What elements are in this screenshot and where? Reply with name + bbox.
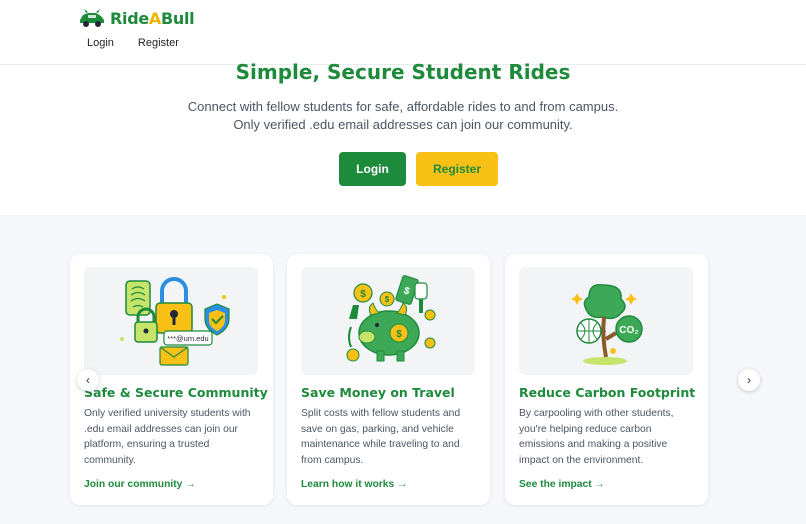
hero-login-button[interactable]: Login	[339, 152, 406, 186]
nav-login-link[interactable]: Login	[87, 37, 114, 49]
feature-description: Only verified university students with .…	[84, 408, 251, 466]
site-header: RideABull Login Register	[0, 0, 806, 65]
brand-name-ride: Ride	[110, 8, 149, 28]
svg-text:$: $	[396, 329, 402, 340]
co2-caption: CO₂	[619, 325, 638, 336]
see-impact-link[interactable]: See the impact →	[519, 479, 605, 490]
svg-text:$: $	[360, 289, 366, 300]
feature-card-carbon: CO₂ Reduce Carbon Footprint By carpoolin…	[505, 254, 708, 505]
carousel-prev-button[interactable]: ‹	[77, 369, 99, 391]
join-community-link[interactable]: Join our community →	[84, 479, 196, 490]
nav-register-link[interactable]: Register	[138, 37, 179, 49]
tree-globe-illustration-icon: CO₂	[519, 267, 693, 375]
brand-name-a: A	[148, 8, 162, 28]
feature-title: Safe & Secure Community	[84, 385, 268, 400]
security-lock-illustration-icon: ***@um.edu	[84, 267, 258, 375]
chevron-right-icon: ›	[747, 373, 751, 387]
brand-name-bull: Bull	[161, 8, 195, 28]
email-caption: ***@um.edu	[167, 334, 208, 343]
top-nav: Login Register	[87, 37, 179, 49]
bull-car-logo-icon	[80, 9, 104, 27]
feature-title: Reduce Carbon Footprint	[519, 385, 696, 400]
learn-how-link[interactable]: Learn how it works →	[301, 479, 407, 490]
carousel-next-button[interactable]: ›	[738, 369, 760, 391]
hero-register-button[interactable]: Register	[416, 152, 498, 186]
feature-card-security: ***@um.edu Safe & Secure Community Only …	[70, 254, 273, 505]
chevron-left-icon: ‹	[86, 373, 90, 387]
feature-card-savings: $ $ $ $ Save Money on Travel Split costs…	[287, 254, 490, 505]
brand-logo[interactable]: RideABull	[78, 8, 195, 28]
svg-text:$: $	[385, 295, 390, 304]
piggy-bank-illustration-icon: $ $ $ $	[301, 267, 475, 375]
hero-subtitle: Connect with fellow students for safe, a…	[187, 99, 619, 132]
feature-description: By carpooling with other students, you'r…	[519, 408, 674, 466]
feature-description: Split costs with fellow students and sav…	[301, 408, 461, 466]
hero-title: Simple, Secure Student Rides	[235, 60, 571, 84]
feature-title: Save Money on Travel	[301, 385, 455, 400]
brand-name: RideABull	[110, 8, 195, 28]
